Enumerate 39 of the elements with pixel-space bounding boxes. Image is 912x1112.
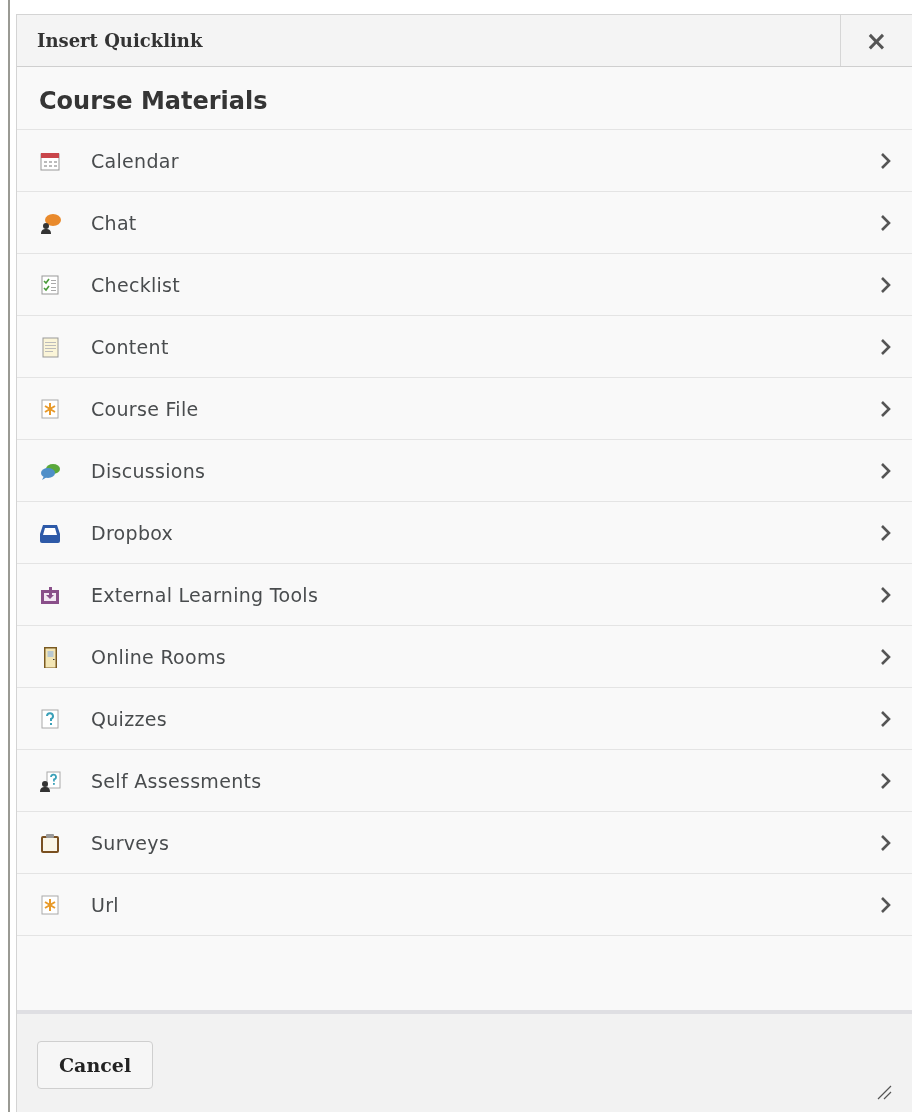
checklist-icon [39,273,61,296]
chevron-right-icon [880,585,892,604]
tool-list-item[interactable]: Calendar [17,130,912,192]
chevron-right-icon [880,709,892,728]
tool-list-item[interactable]: Checklist [17,254,912,316]
chevron-right-icon [880,151,892,170]
chevron-right-icon [880,213,892,232]
tool-list-item[interactable]: Course File [17,378,912,440]
resize-handle-icon[interactable] [876,1084,892,1100]
chevron-right-icon [880,337,892,356]
asterisk-icon [39,893,61,916]
person-question-icon [39,769,61,792]
chevron-right-icon [880,833,892,852]
close-button[interactable]: × [840,15,912,66]
chevron-right-icon [880,399,892,418]
question-mark-icon [39,707,61,730]
cancel-button[interactable]: Cancel [37,1041,154,1089]
chat-icon [39,211,61,234]
chevron-right-icon [880,895,892,914]
tool-list-item[interactable]: Url [17,874,912,936]
chevron-right-icon [880,771,892,790]
chevron-right-icon [880,523,892,542]
tool-list-item[interactable]: Quizzes [17,688,912,750]
tool-list-item[interactable]: Online Rooms [17,626,912,688]
chevron-right-icon [880,461,892,480]
asterisk-icon [39,397,61,420]
tool-list-item[interactable]: Discussions [17,440,912,502]
tool-list-item[interactable]: Surveys [17,812,912,874]
tool-list-item[interactable]: Self Assessments [17,750,912,812]
tool-list-item[interactable]: Content [17,316,912,378]
tool-list-item[interactable]: Chat [17,192,912,254]
chevron-right-icon [880,275,892,294]
tool-list-item[interactable]: External Learning Tools [17,564,912,626]
document-icon [39,335,61,358]
chevron-right-icon [880,647,892,666]
section-heading: Course Materials [38,86,269,117]
tool-list-item[interactable]: Dropbox [17,502,912,564]
clipboard-icon [39,831,61,854]
dialog-title: Insert Quicklink [36,30,204,51]
